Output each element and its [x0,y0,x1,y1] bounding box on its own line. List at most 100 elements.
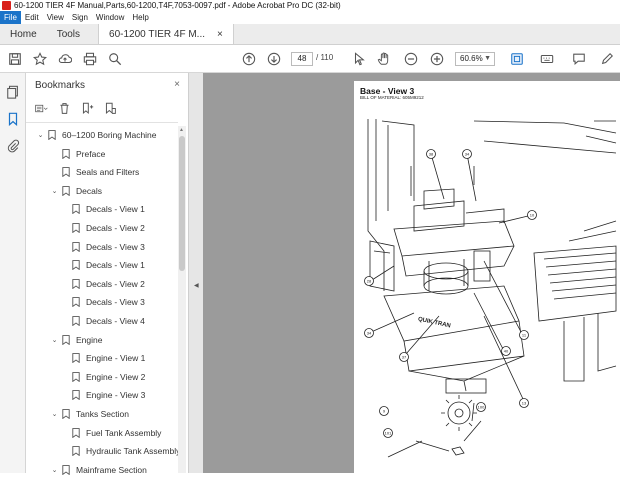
bookmarks-toolbar [35,102,117,117]
page-thumbnails-icon[interactable] [6,85,20,99]
zoom-out-icon[interactable] [402,50,420,68]
callout-label: 34 [367,331,372,336]
bookmarks-close-button[interactable]: × [174,79,180,90]
page-up-icon[interactable] [240,50,258,68]
bookmarks-panel: Bookmarks × ⌄ 60–1200 Boring Machine Prefa… [26,73,189,475]
zoom-in-icon[interactable] [428,50,446,68]
bookmark-item[interactable]: Decals - View 1 [60,256,145,274]
tab-tools[interactable]: Tools [47,24,90,44]
chevron-down-icon[interactable]: ⌄ [50,187,59,195]
bookmarks-divider [26,122,178,123]
hand-tool-icon[interactable] [375,50,393,68]
bookmark-label: Engine - View 2 [86,371,146,382]
bookmark-label: Decals [76,185,102,196]
bookmark-icon [62,148,70,159]
bookmark-item[interactable]: Decals - View 4 [60,312,145,330]
bookmark-icon [72,390,80,401]
star-icon[interactable] [31,50,49,68]
chevron-down-icon[interactable]: ⌄ [36,131,45,139]
menu-file[interactable]: File [0,11,21,24]
tab-document-label: 60-1200 TIER 4F M... [109,28,206,40]
callout-label: 34 [465,152,470,157]
panel-splitter[interactable]: ◀ [189,73,203,473]
bookmark-options-icon[interactable] [35,102,48,117]
parts-drawing: 38 34 10 28 34 37 40 11 9 100 101 13 QUI… [364,119,617,458]
page-down-icon[interactable] [265,50,283,68]
bookmark-item[interactable]: Decals - View 1 [60,200,145,218]
bookmark-label: Seals and Filters [76,167,140,178]
delete-bookmark-icon[interactable] [58,102,71,117]
menu-window[interactable]: Window [92,11,128,24]
bookmark-label: Fuel Tank Assembly [86,427,162,438]
new-bookmark-icon[interactable] [81,102,94,117]
tag-bookmark-icon[interactable] [104,102,117,117]
bookmark-item[interactable]: Decals - View 2 [60,275,145,293]
callout-label: 38 [429,152,434,157]
bookmark-icon [48,130,56,140]
bookmark-item[interactable]: Decals - View 3 [60,293,145,311]
bookmark-icon [62,185,70,196]
bookmark-panel-icon[interactable] [6,112,20,127]
bookmark-item[interactable]: ⌄ 60–1200 Boring Machine [36,126,157,144]
zoom-level-select[interactable]: 60.6% ▼ [455,52,495,66]
chevron-down-icon[interactable]: ⌄ [50,336,59,344]
menu-view[interactable]: View [43,11,68,24]
bookmark-label: 60–1200 Boring Machine [62,130,157,140]
collapse-panel-icon[interactable]: ◀ [194,282,199,289]
search-icon[interactable] [106,50,124,68]
bookmark-item[interactable]: Engine - View 1 [60,349,145,367]
bookmark-item[interactable]: Decals - View 2 [60,219,145,237]
bookmark-label: Engine - View 1 [86,353,146,364]
bookmark-item[interactable]: Engine - View 3 [60,386,145,404]
bookmark-label: Decals - View 1 [86,260,145,271]
menu-sign[interactable]: Sign [68,11,92,24]
page-total: / 110 [316,53,334,62]
tab-document[interactable]: 60-1200 TIER 4F M... × [98,24,234,44]
upload-cloud-icon[interactable] [56,50,74,68]
select-cursor-icon[interactable] [350,50,368,68]
bookmarks-scroll-thumb[interactable] [179,136,185,271]
zoom-level-value: 60.6% [460,54,483,63]
callout-label: 40 [504,349,509,354]
bookmark-label: Decals - View 4 [86,316,145,326]
bookmark-item[interactable]: Hydraulic Tank Assembly [60,442,180,460]
bookmark-item[interactable]: Decals - View 3 [60,238,145,256]
bookmark-icon [72,260,80,271]
callout-label: 37 [402,355,407,360]
bookmark-icon [72,316,80,326]
tab-home[interactable]: Home [0,24,47,44]
page-number-input[interactable]: 48 [291,52,313,66]
bookmark-item[interactable]: ⌄ Decals [50,182,102,200]
bookmark-icon [62,464,70,475]
stencil-text: QUIK TRAN [417,317,451,330]
comment-icon[interactable] [570,50,588,68]
callout-label: 28 [367,279,372,284]
bookmark-item[interactable]: Seals and Filters [50,163,139,181]
page-display-icon[interactable] [508,50,526,68]
bookmark-label: Engine [76,334,103,345]
bookmark-item[interactable]: Fuel Tank Assembly [60,424,161,442]
callout-label: 100 [478,405,485,410]
scroll-up-icon[interactable]: ▲ [179,127,184,133]
chevron-down-icon[interactable]: ⌄ [50,410,59,418]
bookmark-icon [62,409,70,419]
bookmark-label: Decals - View 2 [86,278,145,289]
bookmark-label: Hydraulic Tank Assembly [86,446,181,457]
callout-label: 10 [530,213,535,218]
chevron-down-icon: ▼ [484,55,491,62]
print-icon[interactable] [81,50,99,68]
tab-close-button[interactable]: × [217,24,223,45]
bookmark-item[interactable]: ⌄ Engine [50,331,102,349]
bookmark-item[interactable]: ⌄ Mainframe Section [50,461,147,479]
menu-help[interactable]: Help [128,11,152,24]
bookmark-item[interactable]: Preface [50,145,105,163]
menu-edit[interactable]: Edit [21,11,43,24]
keyboard-icon[interactable] [538,50,556,68]
document-viewer[interactable]: Base - View 3 BILL OF MATERIAL: 605M9212 [203,73,620,473]
save-icon[interactable] [6,50,24,68]
attachment-icon[interactable] [6,139,20,153]
bookmark-item[interactable]: Engine - View 2 [60,368,145,386]
pen-icon[interactable] [598,50,616,68]
bookmark-item[interactable]: ⌄ Tanks Section [50,405,129,423]
bookmark-icon [72,204,80,215]
